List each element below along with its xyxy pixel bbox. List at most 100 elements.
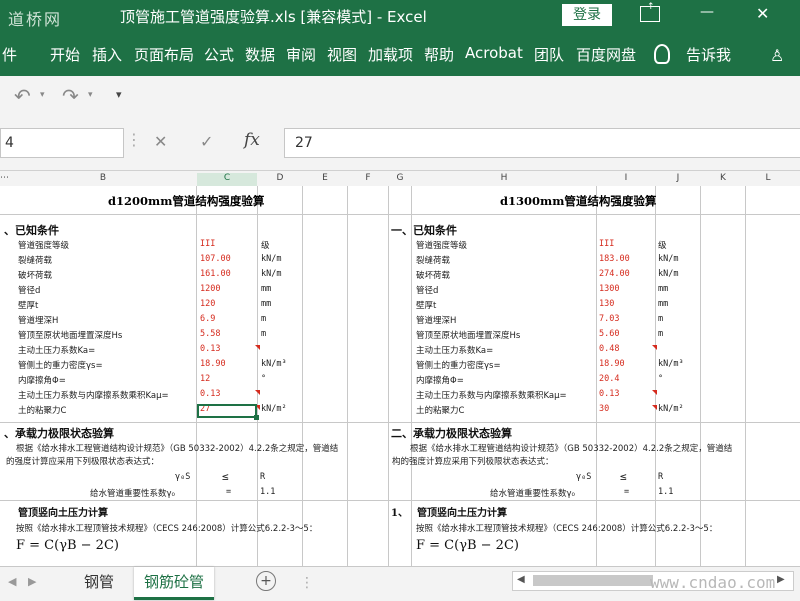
left-param-value[interactable]: III (200, 239, 215, 249)
right-param-value[interactable]: 130 (599, 299, 614, 309)
right-param-value[interactable]: III (599, 239, 614, 249)
tell-me-search[interactable]: 告诉我 (686, 44, 731, 65)
col-header-j[interactable]: J (656, 173, 700, 183)
left-ineq-op: ≤ (222, 470, 229, 483)
tab-help[interactable]: 帮助 (424, 44, 454, 65)
login-button[interactable]: 登录 (562, 4, 612, 26)
left-param-value[interactable]: 6.9 (200, 314, 215, 324)
tab-review[interactable]: 审阅 (286, 44, 316, 65)
left-param-label: 管顶至原状地面埋置深度Hs (18, 331, 123, 341)
customize-qat-icon[interactable]: ▾ (116, 88, 122, 101)
lightbulb-icon (654, 44, 670, 64)
right-param-unit: kN/m (658, 269, 679, 279)
tab-split-dots[interactable]: ⋮ (300, 575, 314, 591)
formula-bar: 4 ⋮ ✕ ✓ fx 27 (0, 116, 800, 170)
right-para3: 按照《给水排水工程顶管技术规程》（CECS 246:2008）计算公式6.2.2… (416, 524, 718, 534)
tab-view[interactable]: 视图 (327, 44, 357, 65)
next-sheet-icon[interactable]: ▶ (28, 575, 36, 588)
tab-baidu-netdisk[interactable]: 百度网盘 (576, 44, 636, 65)
tab-formulas[interactable]: 公式 (204, 44, 234, 65)
right-param-value[interactable]: 183.00 (599, 254, 630, 264)
share-user-icon[interactable]: ♙ (770, 46, 784, 65)
right-param-value[interactable]: 20.4 (599, 374, 619, 384)
left-param-value[interactable]: 12 (200, 374, 210, 384)
col-header-h[interactable]: H (412, 173, 596, 183)
col-header-i[interactable]: I (597, 173, 655, 183)
left-param-value[interactable]: 161.00 (200, 269, 231, 279)
comment-indicator[interactable] (652, 390, 657, 395)
left-param-label: 管侧土的重力密度γs= (18, 361, 103, 371)
title-bar: 道桥网 顶管施工管道强度验算.xls [兼容模式] - Excel 登录 ↑ —… (0, 0, 800, 32)
add-sheet-button[interactable]: + (256, 571, 276, 591)
right-param-value[interactable]: 0.13 (599, 389, 619, 399)
prev-sheet-icon[interactable]: ◀ (8, 575, 16, 588)
tab-data[interactable]: 数据 (245, 44, 275, 65)
right-param-label: 壁厚t (416, 301, 437, 311)
col-header-b[interactable]: B (10, 173, 196, 183)
left-param-unit: m (261, 314, 267, 324)
col-header-f[interactable]: F (348, 173, 388, 183)
site-watermark: 道桥网 (8, 10, 63, 29)
sheet-tab-steel-pipe[interactable]: 钢管 (76, 571, 122, 592)
right-param-label: 破坏荷载 (416, 271, 451, 281)
col-header-d[interactable]: D (258, 173, 302, 183)
worksheet-grid[interactable]: d1200mm管道结构强度验算 d1300mm管道结构强度验算 、已知条件 一、… (0, 186, 800, 566)
left-param-unit: kN/m (261, 269, 282, 279)
comment-indicator[interactable] (652, 405, 657, 410)
right-param-value[interactable]: 30 (599, 404, 609, 414)
right-para1: 根据《给水排水工程管道结构设计规范》（GB 50332-2002）4.2.2条之… (410, 444, 733, 454)
cancel-icon[interactable]: ✕ (154, 132, 167, 151)
left-param-value[interactable]: 0.13 (200, 389, 220, 399)
undo-icon[interactable]: ↶ (14, 84, 31, 108)
name-box[interactable]: 4 (0, 128, 124, 158)
minimize-button[interactable]: — (700, 4, 714, 20)
insert-function-icon[interactable]: fx (244, 130, 260, 150)
tab-addins[interactable]: 加载项 (368, 44, 413, 65)
left-param-value[interactable]: 120 (200, 299, 215, 309)
right-ineq-left: γ₀S (576, 472, 592, 482)
formula-input[interactable]: 27 (284, 128, 800, 158)
left-param-value[interactable]: 18.90 (200, 359, 226, 369)
tab-acrobat[interactable]: Acrobat (465, 44, 523, 62)
redo-dropdown-icon[interactable]: ▾ (88, 90, 93, 100)
scroll-left-icon[interactable]: ◀ (517, 574, 525, 585)
col-header-g[interactable]: G (389, 173, 411, 183)
scroll-right-icon[interactable]: ▶ (777, 574, 785, 585)
right-ineq-op: ≤ (620, 470, 627, 483)
left-param-unit: m (261, 329, 267, 339)
col-header-e[interactable]: E (303, 173, 347, 183)
right-param-value[interactable]: 274.00 (599, 269, 630, 279)
right-param-value[interactable]: 7.03 (599, 314, 619, 324)
scroll-thumb[interactable] (533, 575, 653, 586)
left-param-value[interactable]: 5.58 (200, 329, 220, 339)
left-param-value[interactable]: 107.00 (200, 254, 231, 264)
fill-handle[interactable] (254, 415, 259, 420)
tab-team[interactable]: 团队 (534, 44, 564, 65)
right-param-value[interactable]: 0.48 (599, 344, 619, 354)
left-param-value[interactable]: 1200 (200, 284, 220, 294)
col-header-l[interactable]: L (746, 173, 790, 183)
comment-indicator[interactable] (255, 390, 260, 395)
left-param-value[interactable]: 0.13 (200, 344, 220, 354)
comment-indicator[interactable] (255, 345, 260, 350)
comment-indicator[interactable] (652, 345, 657, 350)
restore-icon[interactable]: ↑ (640, 2, 660, 22)
right-param-label: 管径d (416, 286, 439, 296)
tab-page-layout[interactable]: 页面布局 (134, 44, 194, 65)
tab-file[interactable]: 件 (2, 44, 17, 65)
right-param-value[interactable]: 5.60 (599, 329, 619, 339)
sheet-tab-rc-pipe[interactable]: 钢筋砼管 (134, 567, 215, 600)
right-param-label: 土的粘聚力C (416, 406, 465, 416)
right-param-value[interactable]: 18.90 (599, 359, 625, 369)
col-header-k[interactable]: K (701, 173, 745, 183)
selected-cell[interactable] (197, 404, 257, 418)
left-param-unit: mm (261, 284, 272, 294)
right-param-value[interactable]: 1300 (599, 284, 619, 294)
tab-insert[interactable]: 插入 (92, 44, 122, 65)
site-url-watermark: www.cndao.com (650, 573, 776, 592)
enter-icon[interactable]: ✓ (200, 132, 213, 151)
tab-home[interactable]: 开始 (50, 44, 80, 65)
undo-dropdown-icon[interactable]: ▾ (40, 90, 45, 100)
redo-icon[interactable]: ↷ (62, 84, 79, 108)
close-button[interactable]: ✕ (756, 4, 769, 23)
